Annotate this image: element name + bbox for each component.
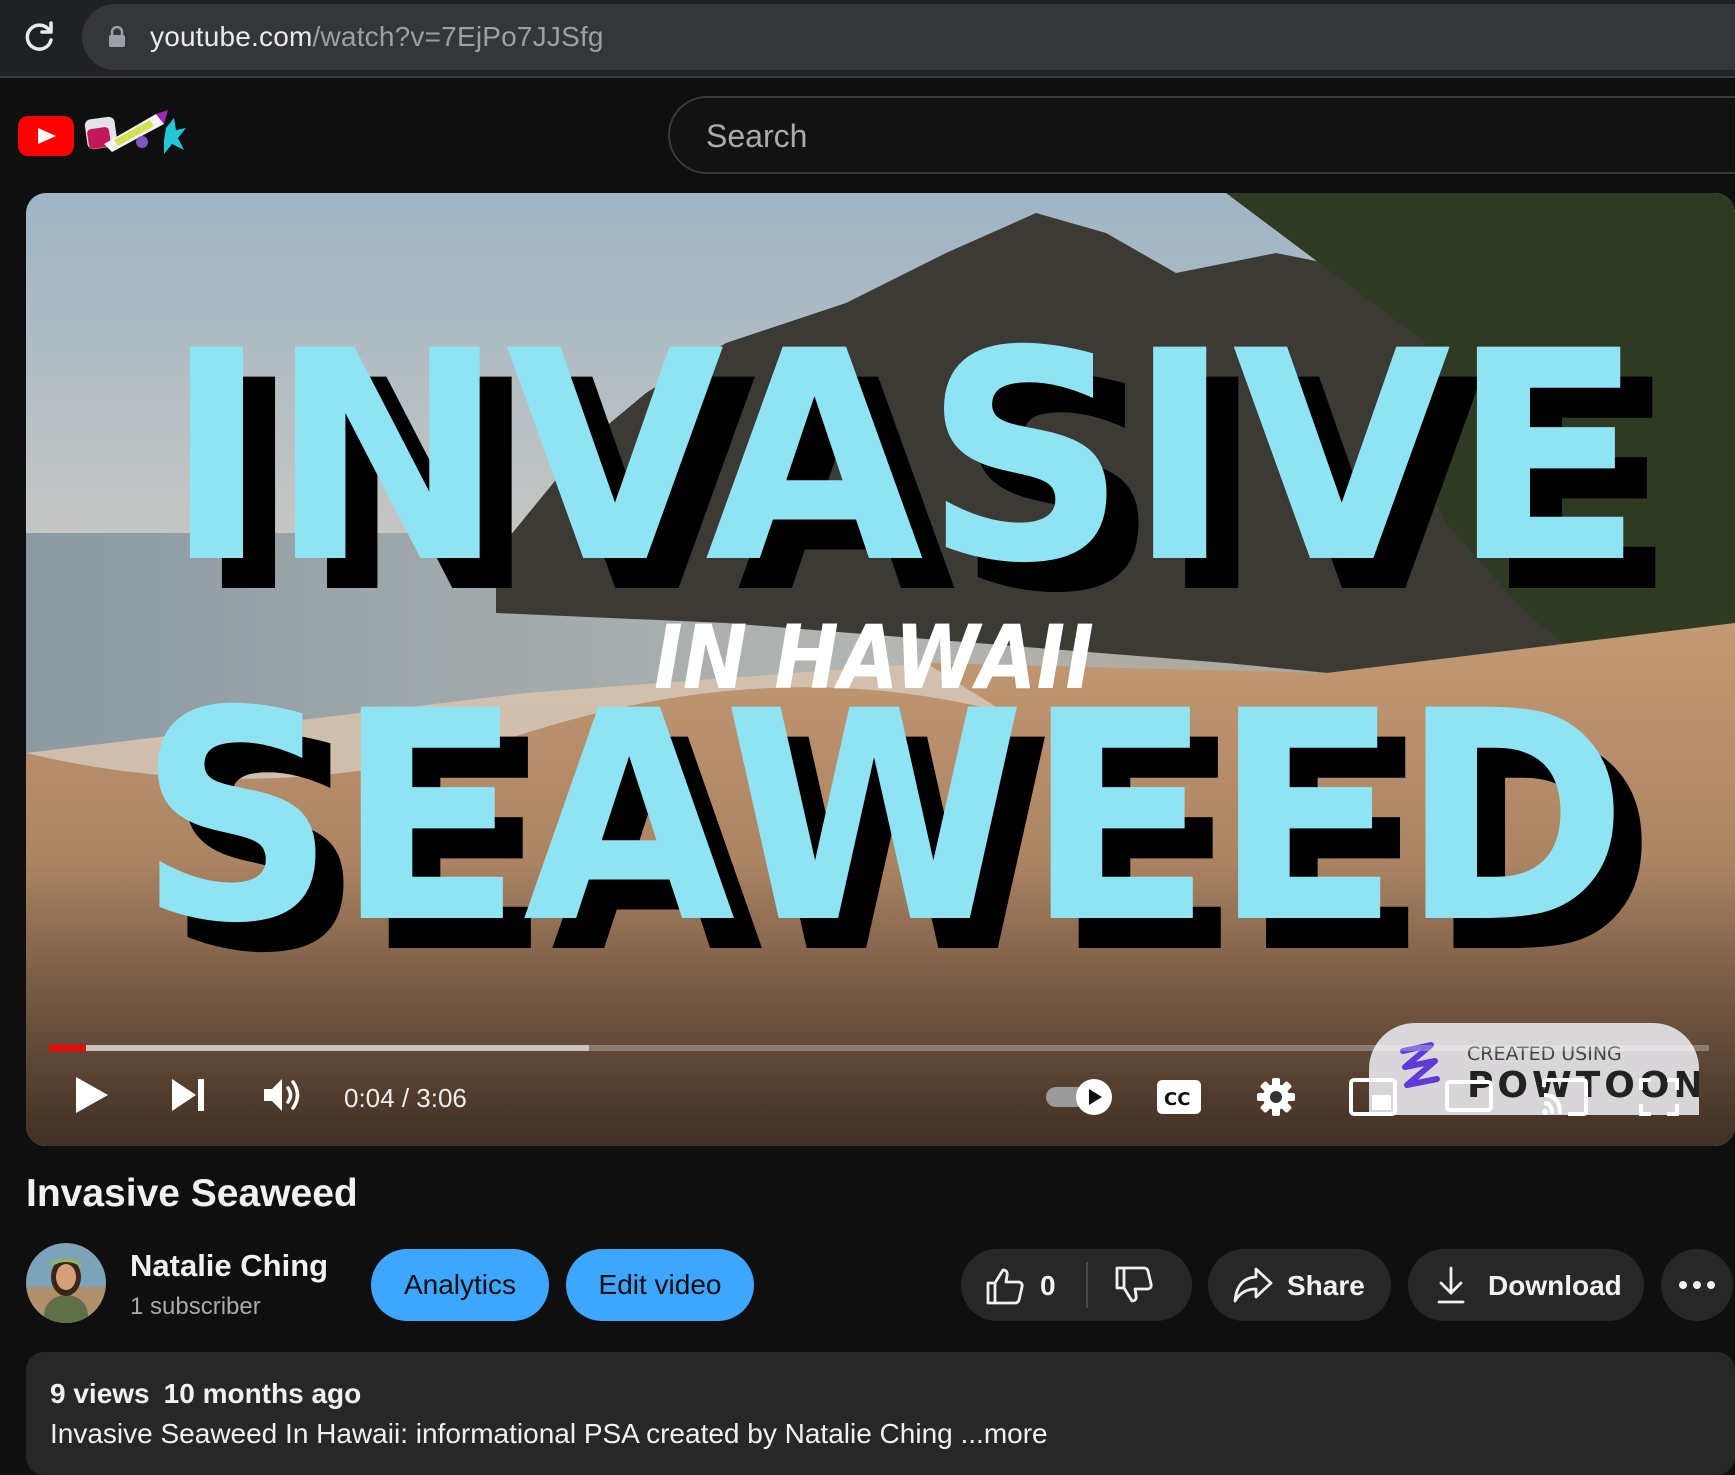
thumbs-down-icon (1115, 1266, 1153, 1303)
progress-buffered (49, 1045, 589, 1051)
next-video-icon[interactable] (168, 1075, 208, 1120)
fullscreen-icon[interactable] (1638, 1077, 1680, 1122)
like-dislike-group: 0 (961, 1249, 1192, 1321)
doodle-logo[interactable] (84, 108, 188, 160)
download-button[interactable]: Download (1408, 1249, 1644, 1321)
thumbs-up-icon (986, 1268, 1024, 1305)
autoplay-toggle[interactable] (1044, 1077, 1116, 1122)
captions-icon[interactable]: CC (1156, 1079, 1202, 1120)
share-button[interactable]: Share (1208, 1249, 1391, 1321)
url-text: youtube.com/watch?v=7EjPo7JJSfg (150, 21, 604, 52)
upload-age: 10 months ago (163, 1378, 362, 1409)
download-label: Download (1488, 1270, 1622, 1301)
share-label: Share (1287, 1270, 1365, 1301)
progress-bar[interactable] (49, 1045, 1709, 1051)
channel-avatar[interactable] (26, 1243, 106, 1323)
download-icon (1437, 1266, 1465, 1304)
description-text: Invasive Seaweed In Hawaii: informationa… (50, 1418, 953, 1449)
analytics-button[interactable]: Analytics (371, 1249, 549, 1321)
reload-icon[interactable] (20, 18, 58, 56)
view-count: 9 views (50, 1378, 150, 1409)
progress-played (49, 1045, 86, 1051)
more-actions-button[interactable] (1661, 1249, 1733, 1321)
miniplayer-icon[interactable] (1348, 1077, 1398, 1122)
channel-name[interactable]: Natalie Ching (130, 1248, 328, 1284)
video-player[interactable]: INVASIVE INVASIVE IN HAWAII SEAWEED SEAW… (26, 193, 1735, 1146)
lock-icon[interactable] (108, 25, 126, 48)
like-button[interactable]: 0 (961, 1249, 1085, 1321)
description-box[interactable]: 9 views 10 months ago Invasive Seaweed In… (26, 1352, 1735, 1475)
edit-video-button[interactable]: Edit video (566, 1249, 754, 1321)
settings-gear-icon[interactable] (1256, 1077, 1296, 1122)
time-display: 0:04 / 3:06 (344, 1083, 467, 1113)
powtoon-logo-icon (1400, 1042, 1440, 1088)
search-input[interactable] (704, 114, 1608, 158)
subscriber-count: 1 subscriber (130, 1293, 261, 1320)
address-bar[interactable]: youtube.com/watch?v=7EjPo7JJSfg (82, 4, 1735, 70)
search-box[interactable] (668, 96, 1735, 174)
show-more-link[interactable]: ...more (961, 1418, 1048, 1449)
video-frame-beach-image (26, 193, 1735, 1146)
youtube-masthead (0, 78, 1735, 193)
description-text-line: Invasive Seaweed In Hawaii: informationa… (50, 1418, 1048, 1450)
dislike-button[interactable] (1088, 1249, 1192, 1321)
svg-text:CC: CC (1164, 1089, 1190, 1110)
video-meta: 9 views 10 months ago (50, 1378, 375, 1410)
volume-icon[interactable] (262, 1075, 306, 1120)
play-icon[interactable] (72, 1073, 112, 1122)
more-horizontal-icon (1679, 1281, 1715, 1289)
share-arrow-icon (1233, 1267, 1273, 1303)
video-title: Invasive Seaweed (26, 1172, 358, 1215)
browser-toolbar: youtube.com/watch?v=7EjPo7JJSfg (0, 0, 1735, 78)
theater-mode-icon[interactable] (1444, 1079, 1494, 1120)
like-count: 0 (1040, 1270, 1056, 1301)
youtube-logo-icon[interactable] (18, 116, 74, 156)
cast-icon[interactable] (1540, 1077, 1590, 1122)
